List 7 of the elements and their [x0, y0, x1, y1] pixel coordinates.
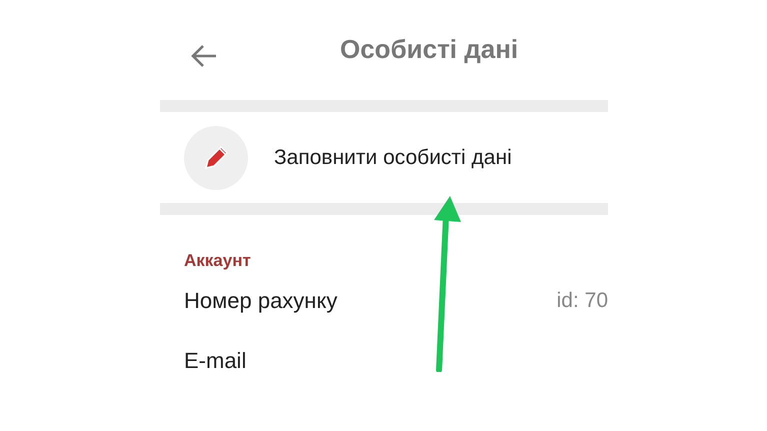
section-title: Аккаунт: [184, 251, 252, 271]
row-value: id: 70: [556, 289, 608, 313]
screen-title: Особисті дані: [340, 34, 518, 64]
row-label: Номер рахунку: [184, 288, 338, 314]
back-arrow-icon[interactable]: [190, 44, 218, 68]
fill-personal-data-item[interactable]: Заповнити особисті дані: [160, 112, 608, 203]
row-label: E-mail: [184, 348, 246, 374]
